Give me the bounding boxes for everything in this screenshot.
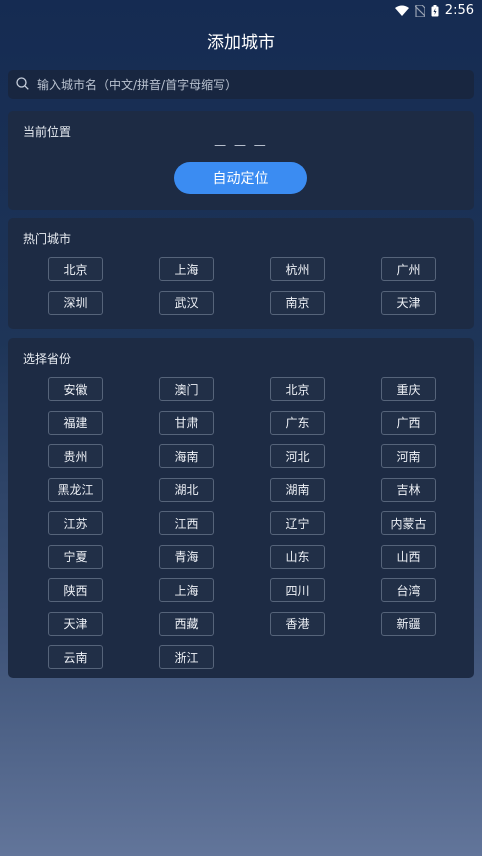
province-button[interactable]: 黑龙江 [48,477,103,502]
provinces-grid: 安徽 澳门 北京 重庆福建 甘肃 广东 广西贵州 海南 河北 河南黑龙江 湖北 湖南 吉林江苏 江西 辽宁 内… [48,377,436,669]
province-button[interactable]: 新疆 [381,611,436,636]
province-button[interactable]: 云南 [48,645,103,669]
province-button[interactable]: 北京 [270,377,325,401]
page-title: 添加城市 [207,33,275,53]
battery-icon [431,4,439,17]
province-button[interactable]: 湖北 [159,477,214,502]
status-time: 2:56 [444,3,474,18]
hot-cities-card: 热门城市 北京 上海 杭州 广州深圳 武汉 南京 天津 [8,218,474,329]
hot-city-button[interactable]: 广州 [381,257,436,281]
province-button[interactable]: 广东 [270,410,325,435]
province-button[interactable]: 福建 [48,410,103,435]
province-button[interactable]: 辽宁 [270,511,325,535]
province-button[interactable]: 山东 [270,544,325,569]
hot-city-button[interactable]: 北京 [48,257,103,281]
hot-city-button[interactable]: 杭州 [270,257,325,281]
status-icons: 2:56 [394,3,474,18]
no-sim-icon [414,4,425,17]
auto-locate-button[interactable]: 自动定位 [174,162,307,194]
search-input[interactable] [35,76,474,93]
province-button[interactable]: 河南 [381,444,436,468]
province-button[interactable]: 吉林 [381,477,436,502]
hot-cities-grid: 北京 上海 杭州 广州深圳 武汉 南京 天津 [48,257,436,315]
province-button[interactable]: 上海 [159,578,214,602]
province-button[interactable]: 宁夏 [48,544,103,569]
province-button[interactable]: 内蒙古 [381,511,436,535]
province-button[interactable]: 贵州 [48,444,103,468]
province-button[interactable]: 海南 [159,444,214,468]
search-icon [16,75,35,94]
current-location-card: 当前位置 — — — 自动定位 [8,111,474,210]
province-button[interactable]: 青海 [159,544,214,569]
province-button[interactable]: 江西 [159,511,214,535]
status-bar: 2:56 [0,0,482,22]
search-bar[interactable] [8,70,474,99]
hot-city-button[interactable]: 天津 [381,290,436,315]
province-button[interactable]: 西藏 [159,611,214,636]
current-location-value: — — — [214,138,268,152]
province-button[interactable]: 浙江 [159,645,214,669]
province-button[interactable]: 江苏 [48,511,103,535]
province-button[interactable]: 甘肃 [159,410,214,435]
province-button[interactable]: 安徽 [48,377,103,401]
province-button[interactable]: 香港 [270,611,325,636]
provinces-title: 选择省份 [23,352,72,366]
province-button[interactable]: 广西 [381,410,436,435]
provinces-card: 选择省份 安徽 澳门 北京 重庆福建 甘肃 广东 广西贵州 海南 河北 河南黑龙江 湖北 湖南 吉林江苏… [8,338,474,678]
hot-city-button[interactable]: 南京 [270,290,325,315]
hot-city-button[interactable]: 深圳 [48,290,103,315]
hot-city-button[interactable]: 上海 [159,257,214,281]
hot-cities-title: 热门城市 [23,232,72,246]
wifi-icon [394,5,409,16]
province-button[interactable]: 山西 [381,544,436,569]
province-button[interactable]: 陕西 [48,578,103,602]
province-button[interactable]: 天津 [48,611,103,636]
province-button[interactable]: 重庆 [381,377,436,401]
province-button[interactable]: 四川 [270,578,325,602]
province-button[interactable]: 澳门 [159,377,214,401]
province-button[interactable]: 河北 [270,444,325,468]
province-button[interactable]: 台湾 [381,578,436,602]
hot-city-button[interactable]: 武汉 [159,290,214,315]
province-button[interactable]: 湖南 [270,477,325,502]
